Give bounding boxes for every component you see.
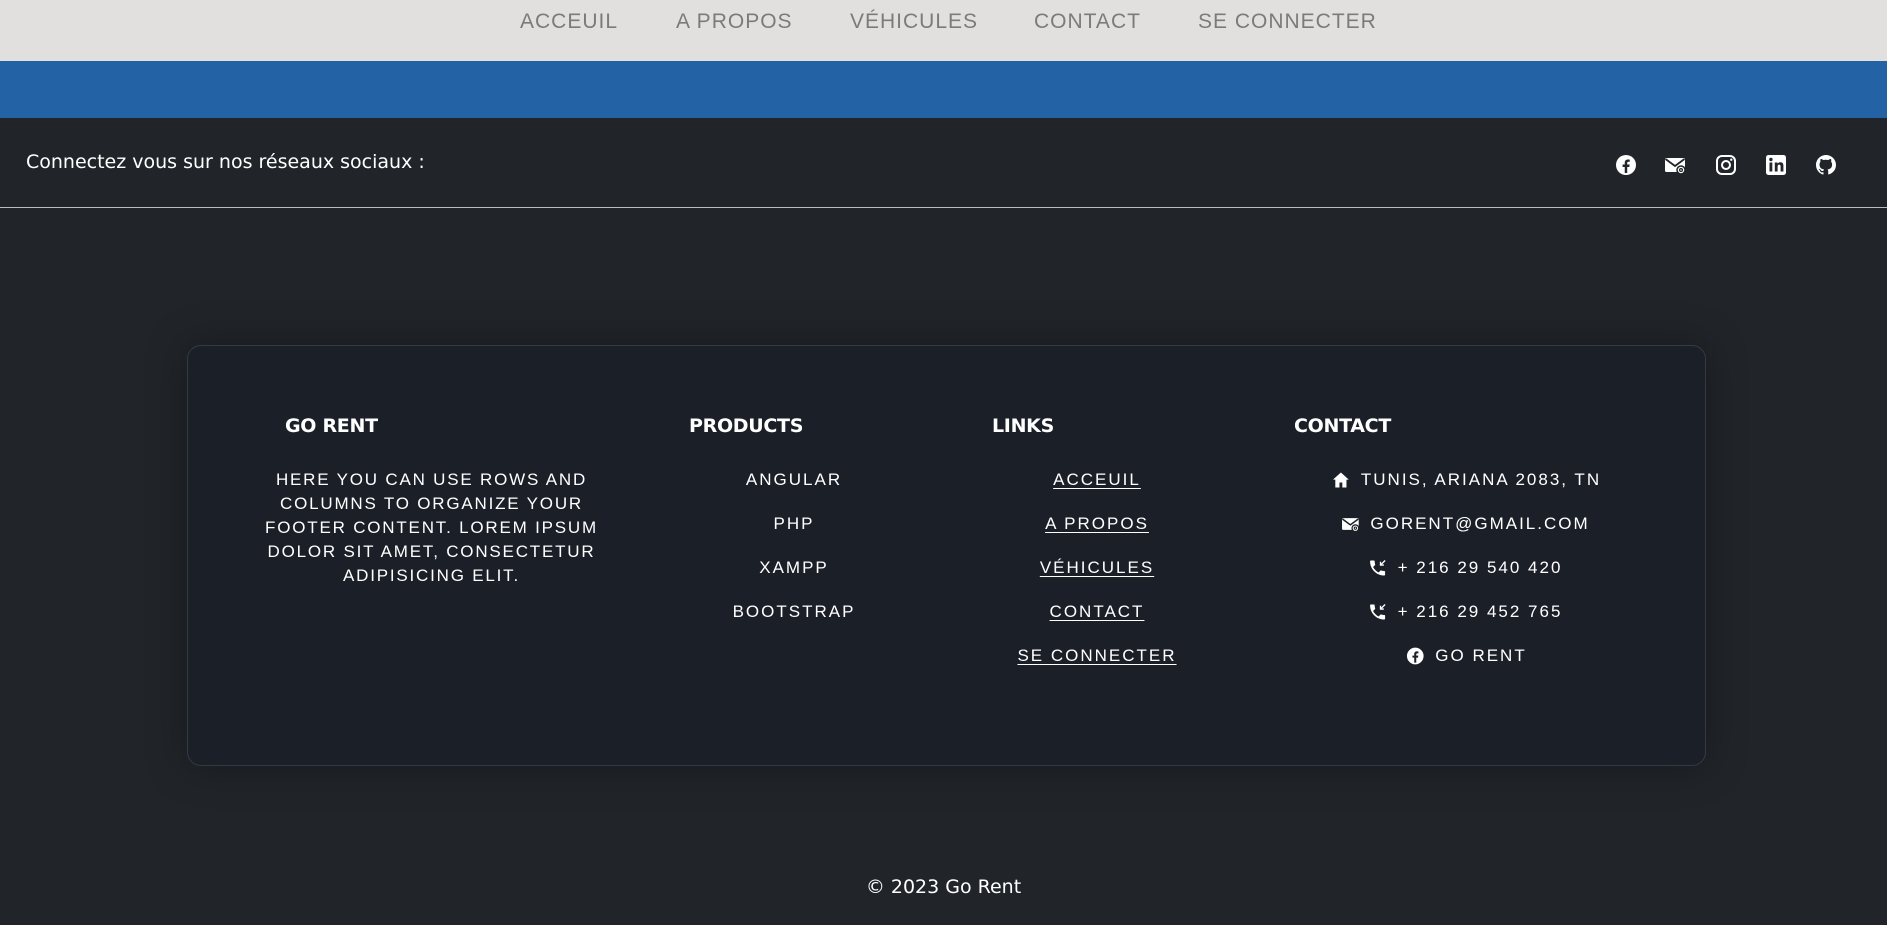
contact-phone-text: + 216 29 540 420 bbox=[1397, 558, 1563, 577]
contact-email: GORENT@GMAIL.COM bbox=[1340, 514, 1589, 534]
linkedin-icon[interactable] bbox=[1764, 153, 1788, 177]
footer-link-acceuil[interactable]: ACCEUIL bbox=[1053, 470, 1141, 490]
contact-address-text: TUNIS, ARIANA 2083, TN bbox=[1360, 470, 1602, 489]
footer-brand-title: GO RENT bbox=[285, 415, 378, 437]
product-item: ANGULAR bbox=[745, 470, 843, 489]
footer-link-a-propos[interactable]: A PROPOS bbox=[1045, 514, 1149, 534]
footer-link-contact[interactable]: CONTACT bbox=[1050, 602, 1145, 622]
product-item: BOOTSTRAP bbox=[732, 602, 856, 621]
footer-link-vehicules[interactable]: VÉHICULES bbox=[1040, 558, 1154, 578]
product-item: XAMPP bbox=[759, 558, 829, 577]
top-navbar: ACCEUIL A PROPOS VÉHICULES CONTACT SE CO… bbox=[0, 0, 1887, 61]
social-heading: Connectez vous sur nos réseaux sociaux : bbox=[26, 151, 425, 173]
nav-link-vehicules[interactable]: VÉHICULES bbox=[850, 10, 978, 34]
products-heading: PRODUCTS bbox=[689, 415, 804, 437]
facebook-icon bbox=[1405, 646, 1425, 666]
github-icon[interactable] bbox=[1814, 153, 1838, 177]
nav-link-se-connecter[interactable]: SE CONNECTER bbox=[1198, 10, 1377, 34]
contact-phone: + 216 29 540 420 bbox=[1368, 558, 1563, 578]
nav-link-a-propos[interactable]: A PROPOS bbox=[676, 10, 793, 34]
contact-address: TUNIS, ARIANA 2083, TN bbox=[1331, 470, 1601, 490]
product-item: PHP bbox=[773, 514, 815, 533]
contact-phone: + 216 29 452 765 bbox=[1368, 602, 1563, 622]
facebook-icon[interactable] bbox=[1614, 153, 1638, 177]
blue-banner bbox=[0, 61, 1887, 118]
links-heading: LINKS bbox=[992, 415, 1054, 437]
contact-facebook[interactable]: GO RENT bbox=[1405, 646, 1526, 666]
nav-link-acceuil[interactable]: ACCEUIL bbox=[520, 10, 618, 34]
nav-link-contact[interactable]: CONTACT bbox=[1034, 10, 1141, 34]
contact-heading: CONTACT bbox=[1294, 415, 1391, 437]
contact-email-text: GORENT@GMAIL.COM bbox=[1370, 514, 1590, 533]
contact-facebook-text: GO RENT bbox=[1435, 646, 1527, 665]
home-icon bbox=[1331, 470, 1351, 490]
copyright: © 2023 Go Rent bbox=[865, 876, 1022, 898]
mail-icon bbox=[1340, 514, 1360, 534]
phone-icon bbox=[1368, 602, 1388, 622]
phone-icon bbox=[1368, 558, 1388, 578]
social-bar: Connectez vous sur nos réseaux sociaux : bbox=[0, 118, 1887, 208]
footer-description: HERE YOU CAN USE ROWS AND COLUMNS TO ORG… bbox=[265, 470, 598, 585]
instagram-icon[interactable] bbox=[1714, 153, 1738, 177]
mail-icon[interactable] bbox=[1663, 153, 1687, 177]
contact-phone-text: + 216 29 452 765 bbox=[1397, 602, 1563, 621]
footer-link-se-connecter[interactable]: SE CONNECTER bbox=[1017, 646, 1176, 666]
